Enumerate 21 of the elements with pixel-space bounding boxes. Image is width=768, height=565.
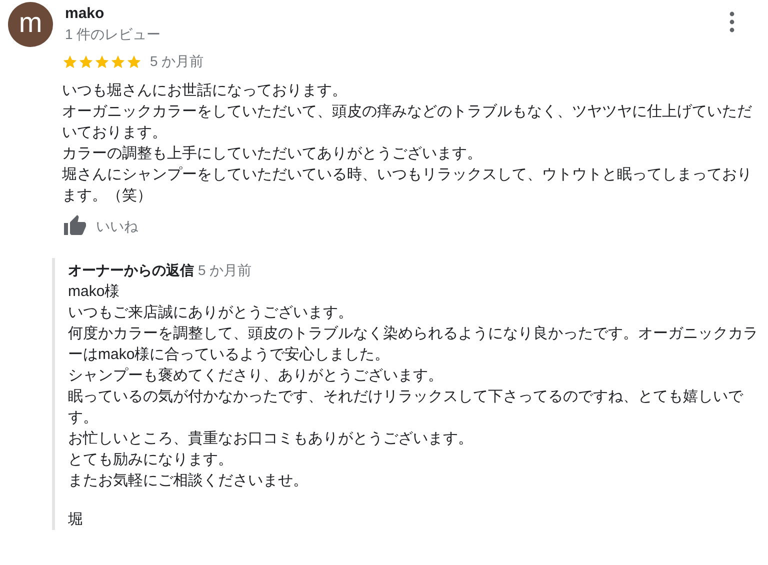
reply-text: 何度かカラーを調整して、頭皮のトラブルなく染められるようになり良かったです。オーガニックカラーはmako様に合っているようで安心しました。 — [68, 324, 758, 365]
reply-text: とても励みになります。 — [68, 450, 234, 470]
reply-text: お忙しいところ、貴重なお口コミもありがとうございます。 — [68, 429, 474, 449]
reply-text: いつもご来店誠にありがとうございます。 — [68, 303, 354, 323]
reply-text: またお気軽にご相談くださいませ。 — [68, 471, 309, 491]
review-time: 5 か月前 — [150, 52, 204, 71]
reply-signature: 堀 — [68, 510, 84, 530]
reply-time: 5 か月前 — [198, 261, 252, 280]
review-text: 堀さんにシャンプーをしていただいている時、いつもリラックスして、ウトウトと眠ってしまっております。（笑） — [62, 165, 753, 206]
avatar: m — [8, 2, 53, 47]
reply-title: オーナーからの返信 — [68, 261, 194, 280]
review-text: カラーの調整も上手にしていただいてありがとうございます。 — [62, 144, 483, 164]
reply-text: シャンプーも褒めてくださり、ありがとうございます。 — [68, 366, 444, 386]
reply-text: mako様 — [68, 282, 121, 302]
reply-text: 眠っているの気が付かなかったです、それだけリラックスして下さってるのですね、とても嬉しいです。 — [68, 387, 744, 428]
review-count: 1 件のレビュー — [65, 25, 162, 44]
like-button[interactable]: いいね — [96, 216, 138, 236]
review-text: いつも堀さんにお世話になっております。 — [62, 81, 348, 101]
review-text: オーガニックカラーをしていただいて、頭皮の痒みなどのトラブルもなく、ツヤツヤに仕上げていただいております。 — [62, 102, 753, 143]
reviewer-name[interactable]: mako — [65, 4, 714, 24]
thumbs-up-icon[interactable] — [62, 214, 88, 238]
